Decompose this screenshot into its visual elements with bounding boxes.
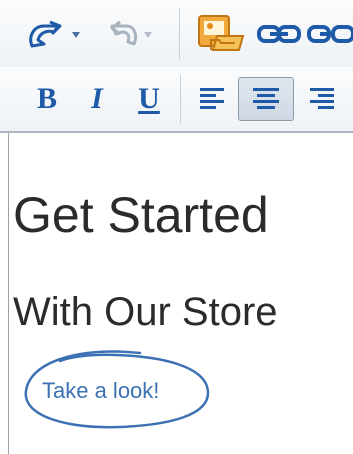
underline-button[interactable]: U — [130, 79, 168, 119]
bold-label: B — [36, 82, 57, 115]
align-left-button[interactable] — [192, 79, 232, 119]
bold-button[interactable]: B — [30, 79, 64, 119]
redo-button[interactable] — [100, 12, 164, 56]
align-right-button[interactable] — [302, 79, 342, 119]
page-subheading: With Our Store — [13, 290, 278, 334]
unlink-icon — [307, 25, 353, 43]
take-a-look-link[interactable]: Take a look! — [20, 343, 215, 435]
align-center-icon — [253, 88, 279, 109]
chevron-down-icon — [144, 32, 152, 38]
toolbar-separator — [180, 75, 181, 123]
toolbar-row-2: B I U — [0, 67, 353, 133]
editor-window: B I U Get Started With Our Store Take a … — [0, 0, 353, 454]
link-icon — [257, 25, 301, 43]
undo-button[interactable] — [22, 12, 94, 56]
editor-left-border — [8, 133, 9, 454]
italic-button[interactable]: I — [80, 79, 114, 119]
image-folder-icon — [198, 15, 245, 51]
chevron-down-icon — [72, 32, 80, 38]
image-manager-button[interactable] — [195, 10, 247, 58]
undo-icon — [29, 20, 62, 48]
align-center-button[interactable] — [238, 77, 294, 121]
cta-link-text[interactable]: Take a look! — [42, 380, 159, 402]
page-heading: Get Started — [13, 187, 269, 243]
italic-label: I — [91, 82, 103, 115]
link-button[interactable] — [256, 18, 302, 50]
unlink-button[interactable] — [306, 18, 353, 50]
toolbar-row-1 — [0, 0, 353, 68]
redo-icon — [110, 20, 138, 46]
underline-label: U — [138, 82, 160, 115]
align-left-icon — [200, 88, 224, 109]
align-right-icon — [310, 88, 334, 109]
toolbar-separator — [179, 8, 180, 60]
